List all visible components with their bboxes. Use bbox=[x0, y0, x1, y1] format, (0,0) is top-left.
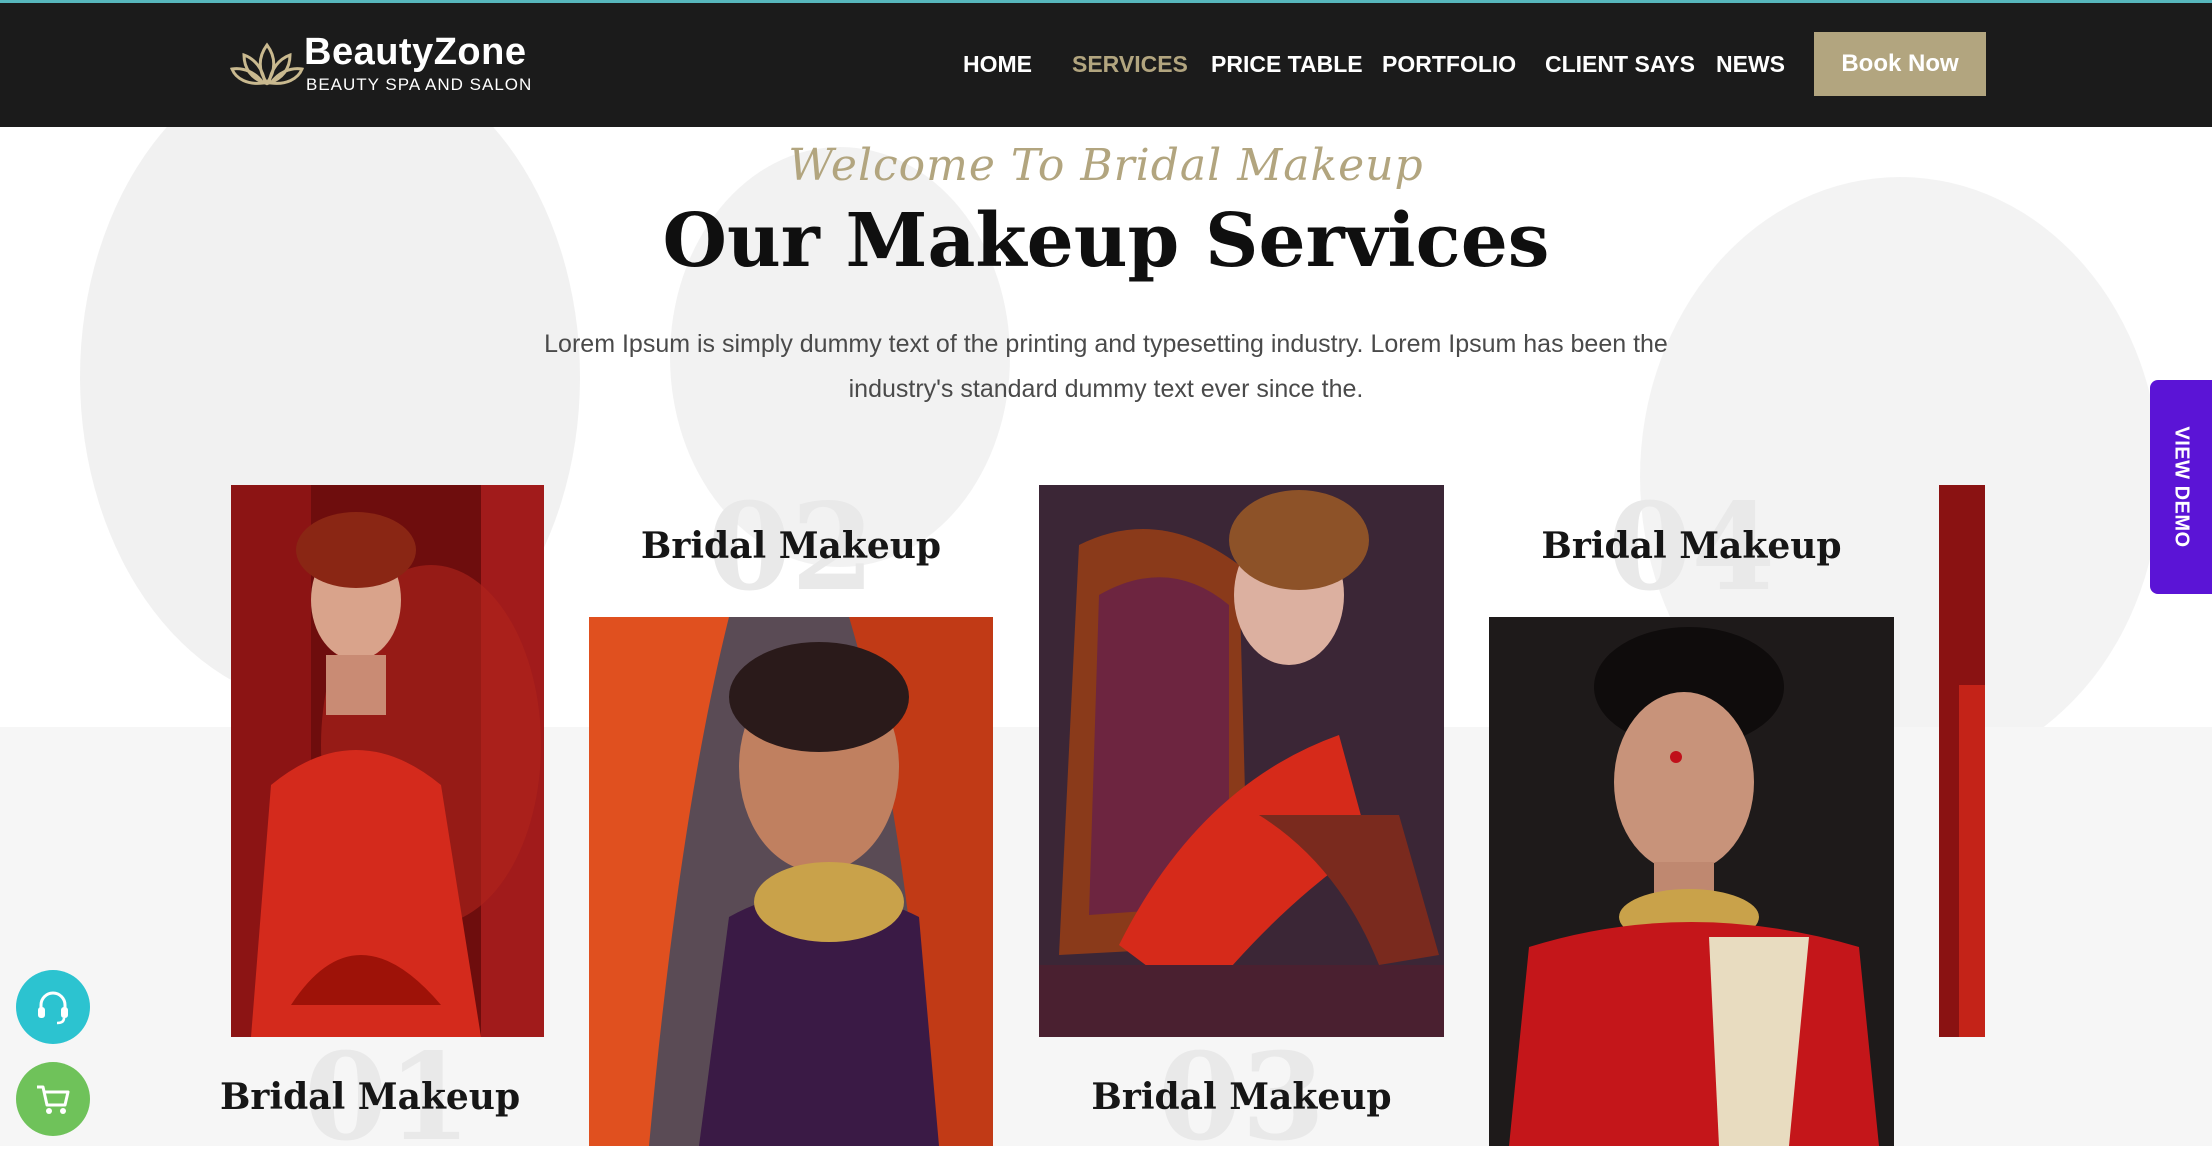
partial-photo bbox=[1939, 485, 1985, 1037]
main-nav: HOME SERVICES PRICE TABLE PORTFOLIO CLIE… bbox=[0, 3, 2212, 127]
indian-bride-photo bbox=[589, 617, 993, 1146]
card-title-4[interactable]: Bridal Makeup bbox=[1489, 525, 1894, 567]
site-header: BeautyZone BEAUTY SPA AND SALON HOME SER… bbox=[0, 3, 2212, 127]
nav-home[interactable]: HOME bbox=[963, 51, 1032, 78]
service-image-4[interactable] bbox=[1489, 617, 1894, 1146]
cart-icon bbox=[37, 1085, 70, 1114]
service-image-1[interactable] bbox=[231, 485, 544, 1037]
bridal-fantasy-photo bbox=[231, 485, 544, 1037]
view-demo-label: VIEW DEMO bbox=[2170, 426, 2193, 548]
service-image-3[interactable] bbox=[1039, 485, 1444, 1037]
section-script-title: Welcome To Bridal Makeup bbox=[788, 140, 1424, 191]
headset-icon bbox=[38, 991, 68, 1025]
card-title-1[interactable]: Bridal Makeup bbox=[220, 1076, 520, 1118]
section-intro: Lorem Ipsum is simply dummy text of the … bbox=[544, 330, 1668, 403]
cart-button[interactable] bbox=[16, 1062, 90, 1136]
nav-price-table[interactable]: PRICE TABLE bbox=[1211, 51, 1363, 78]
card-title-3[interactable]: Bridal Makeup bbox=[1039, 1076, 1444, 1118]
nav-portfolio[interactable]: PORTFOLIO bbox=[1382, 51, 1516, 78]
service-image-5[interactable] bbox=[1939, 485, 1985, 1037]
section-title: Our Makeup Services bbox=[662, 198, 1550, 284]
book-now-button[interactable]: Book Now bbox=[1814, 32, 1986, 96]
service-image-2[interactable] bbox=[589, 617, 993, 1146]
nav-news[interactable]: NEWS bbox=[1716, 51, 1785, 78]
nav-client-says[interactable]: CLIENT SAYS bbox=[1545, 51, 1695, 78]
support-button[interactable] bbox=[16, 970, 90, 1044]
nav-services[interactable]: SERVICES bbox=[1072, 51, 1188, 78]
view-demo-tab[interactable]: VIEW DEMO bbox=[2150, 380, 2212, 594]
red-dress-photo bbox=[1039, 485, 1444, 1037]
card-title-2[interactable]: Bridal Makeup bbox=[589, 525, 993, 567]
saree-bride-photo bbox=[1489, 617, 1894, 1146]
